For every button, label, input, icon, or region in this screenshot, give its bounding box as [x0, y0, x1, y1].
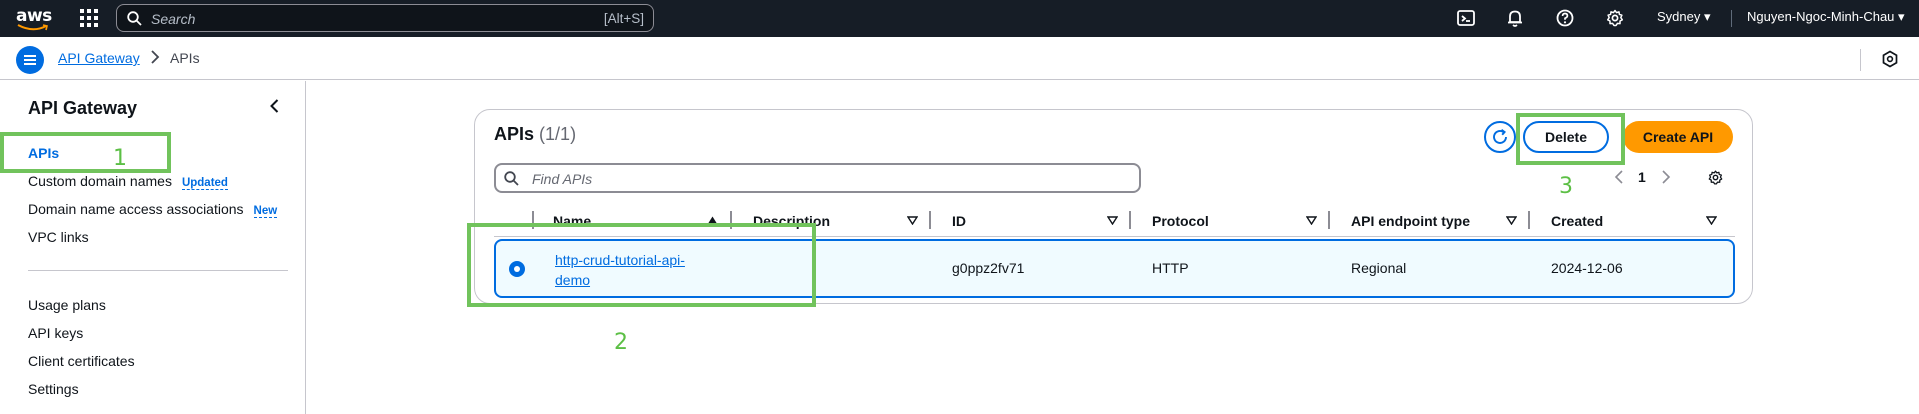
- breadcrumb: API Gateway APIs: [0, 37, 1919, 80]
- search-icon: [504, 171, 519, 186]
- global-search-input[interactable]: Search [Alt+S]: [116, 4, 654, 32]
- column-header-protocol[interactable]: Protocol: [1152, 213, 1209, 229]
- sidebar-title: API Gateway: [28, 98, 138, 118]
- table-preferences-gear-icon[interactable]: [1707, 169, 1724, 186]
- updated-badge: Updated: [181, 177, 228, 190]
- create-api-button[interactable]: Create API: [1623, 121, 1733, 153]
- annotation-step-1: 1: [113, 146, 127, 171]
- sort-icon[interactable]: [1306, 216, 1317, 225]
- annotation-step-3: 3: [1559, 174, 1573, 199]
- sort-icon[interactable]: [1706, 216, 1717, 225]
- services-grid-icon[interactable]: [80, 9, 99, 28]
- sidebar-item-label: Domain name access associations: [28, 201, 244, 217]
- menu-bar: [24, 63, 36, 65]
- api-protocol: HTTP: [1152, 260, 1189, 276]
- chevron-left-icon[interactable]: [1614, 170, 1624, 184]
- find-apis-placeholder: Find APIs: [532, 171, 593, 187]
- help-icon[interactable]: [1555, 8, 1575, 28]
- chevron-right-icon: [151, 50, 160, 64]
- side-navigation: API Gateway APIs Custom domain names Upda…: [0, 81, 306, 414]
- tools-panel-icon[interactable]: [1880, 49, 1900, 69]
- bell-icon[interactable]: [1505, 8, 1525, 28]
- annotation-box-3: [1516, 113, 1625, 165]
- new-badge: New: [253, 205, 278, 218]
- sidebar-divider: [28, 270, 288, 271]
- sidebar-item-vpc-links[interactable]: VPC links: [28, 229, 89, 245]
- column-divider: [929, 211, 931, 229]
- chevron-left-icon[interactable]: [266, 97, 284, 115]
- chevron-right-icon[interactable]: [1661, 170, 1671, 184]
- gear-icon[interactable]: [1605, 8, 1625, 28]
- refresh-button[interactable]: [1484, 121, 1516, 153]
- column-divider: [1129, 211, 1131, 229]
- table-title: APIs (1/1): [494, 124, 576, 145]
- sort-icon[interactable]: [1506, 216, 1517, 225]
- sidebar-item-usage-plans[interactable]: Usage plans: [28, 297, 106, 313]
- annotation-step-2: 2: [614, 330, 628, 355]
- sidebar-item-client-certificates[interactable]: Client certificates: [28, 353, 135, 369]
- cloudshell-icon[interactable]: [1456, 8, 1476, 28]
- column-header-created[interactable]: Created: [1551, 213, 1603, 229]
- column-header-id[interactable]: ID: [952, 213, 966, 229]
- sidebar-item-domain-name-access-associations[interactable]: Domain name access associations New: [28, 201, 278, 218]
- search-icon: [127, 11, 142, 26]
- column-header-api-endpoint-type[interactable]: API endpoint type: [1351, 213, 1470, 229]
- api-id: g0ppz2fv71: [952, 260, 1025, 276]
- api-created-date: 2024-12-06: [1551, 260, 1623, 276]
- side-navigation-toggle[interactable]: [16, 46, 44, 74]
- annotation-box-2: [467, 223, 816, 307]
- aws-smile-icon: [17, 24, 48, 31]
- topbar-divider: [1731, 10, 1732, 27]
- sidebar-item-api-keys[interactable]: API keys: [28, 325, 83, 341]
- breadcrumb-divider: [1860, 49, 1861, 71]
- top-navigation-bar: aws Search [Alt+S] Sydney ▾ Nguyen-Ngoc-…: [0, 0, 1919, 37]
- annotation-box-1: [0, 132, 171, 173]
- sort-icon[interactable]: [1107, 216, 1118, 225]
- aws-logo-text: aws: [16, 6, 52, 26]
- column-divider: [1328, 211, 1330, 229]
- table-title-text: APIs: [494, 124, 535, 144]
- api-endpoint-type: Regional: [1351, 260, 1407, 276]
- menu-bar: [24, 59, 36, 61]
- sidebar-item-settings[interactable]: Settings: [28, 381, 79, 397]
- region-selector[interactable]: Sydney ▾: [1657, 9, 1711, 25]
- menu-bar: [24, 55, 36, 57]
- search-placeholder: Search: [151, 11, 196, 27]
- sort-icon[interactable]: [907, 216, 918, 225]
- refresh-icon: [1493, 129, 1507, 144]
- breadcrumb-current: APIs: [170, 50, 200, 66]
- current-page-number[interactable]: 1: [1638, 169, 1646, 185]
- sidebar-item-label: Custom domain names: [28, 173, 172, 189]
- account-menu[interactable]: Nguyen-Ngoc-Minh-Chau ▾: [1747, 9, 1905, 25]
- sidebar-item-custom-domain-names[interactable]: Custom domain names Updated: [28, 173, 228, 190]
- column-divider: [1528, 211, 1530, 229]
- find-apis-input[interactable]: Find APIs: [494, 163, 1141, 193]
- breadcrumb-api-gateway[interactable]: API Gateway: [58, 50, 140, 66]
- table-count: (1/1): [539, 124, 577, 144]
- search-shortcut: [Alt+S]: [603, 11, 644, 26]
- aws-logo[interactable]: aws: [16, 4, 56, 32]
